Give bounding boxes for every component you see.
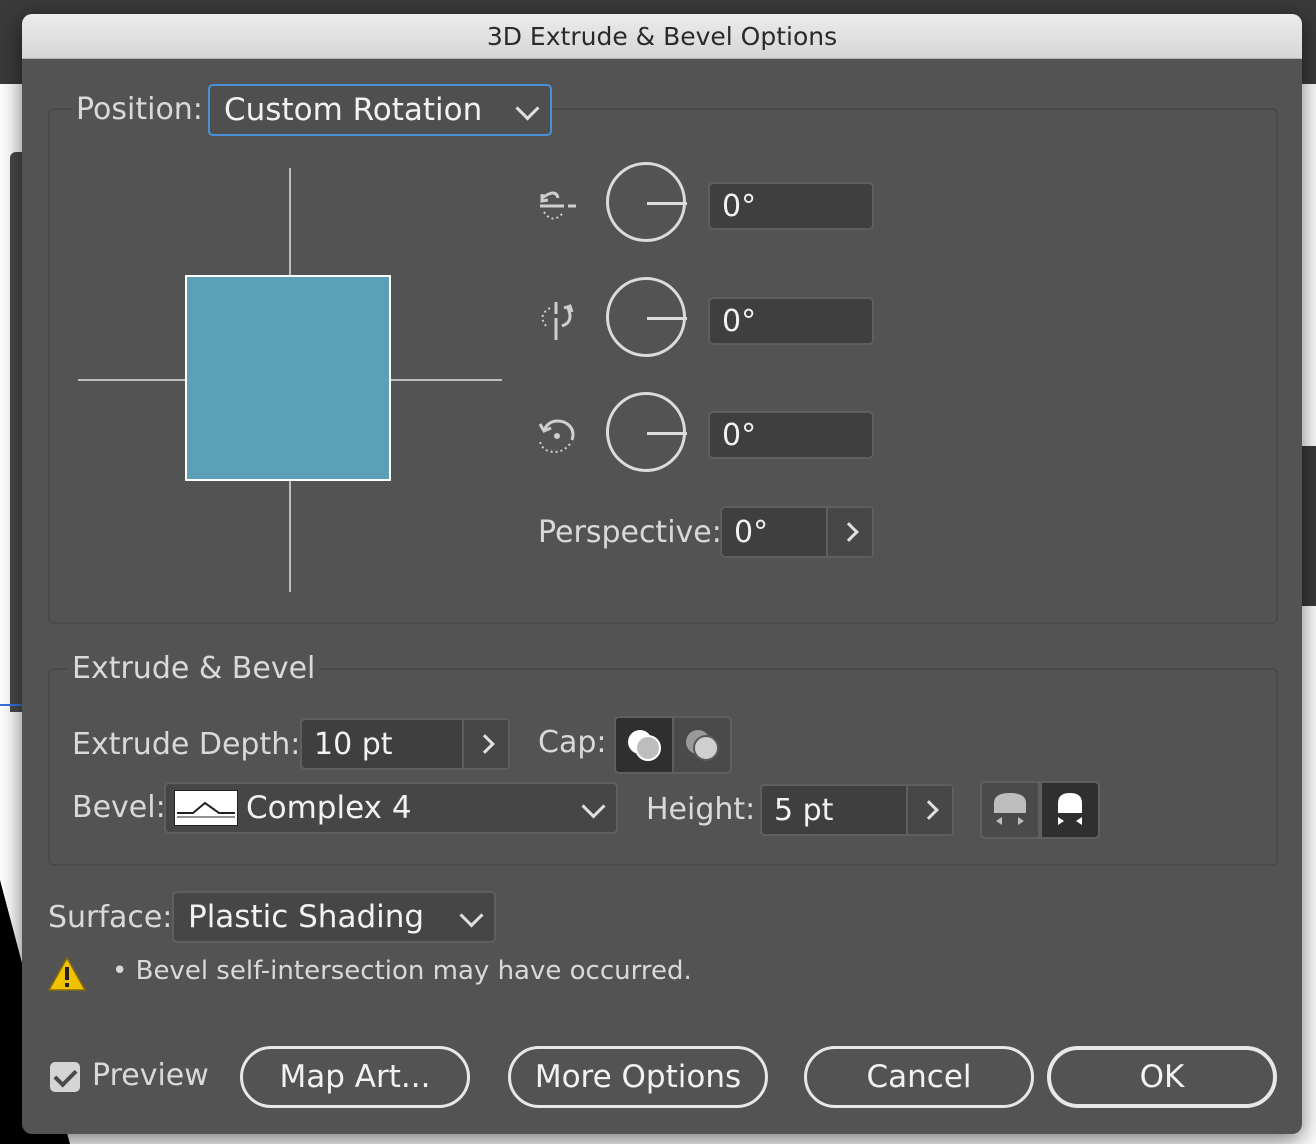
bevel-label: Bevel: bbox=[72, 790, 166, 825]
extrude-depth-field[interactable]: 10 pt bbox=[300, 718, 510, 770]
y-rotation-value: 0° bbox=[722, 303, 757, 339]
z-rotation-value: 0° bbox=[722, 417, 757, 453]
x-rotation-field[interactable]: 0° bbox=[708, 182, 874, 230]
chevron-down-icon bbox=[581, 794, 606, 819]
warning-icon bbox=[47, 956, 87, 991]
extrude-bevel-section-label: Extrude & Bevel bbox=[68, 651, 320, 686]
rotate-y-axis-icon bbox=[541, 302, 574, 340]
ok-button[interactable]: OK bbox=[1047, 1046, 1277, 1108]
perspective-value: 0° bbox=[734, 514, 769, 550]
bevel-extent-in-icon bbox=[1058, 793, 1082, 825]
dialog-title: 3D Extrude & Bevel Options bbox=[486, 21, 838, 51]
surface-dropdown[interactable]: Plastic Shading bbox=[172, 891, 496, 943]
y-rotation-dial[interactable] bbox=[606, 277, 687, 357]
perspective-stepper[interactable] bbox=[826, 508, 872, 556]
map-art-button-label: Map Art... bbox=[279, 1059, 431, 1095]
bevel-dropdown-value: Complex 4 bbox=[246, 790, 412, 826]
x-rotation-value: 0° bbox=[722, 188, 757, 224]
extrude-depth-stepper[interactable] bbox=[462, 720, 508, 768]
surface-dropdown-value: Plastic Shading bbox=[188, 899, 425, 935]
x-rotation-dial[interactable] bbox=[606, 162, 687, 242]
cap-off-icon bbox=[686, 730, 719, 761]
preview-checkbox[interactable] bbox=[50, 1062, 80, 1092]
bevel-profile-icon bbox=[174, 790, 238, 826]
bevel-height-stepper[interactable] bbox=[906, 786, 952, 834]
cancel-button-label: Cancel bbox=[866, 1059, 972, 1095]
bevel-extent-out-button[interactable] bbox=[980, 781, 1040, 839]
preview-label[interactable]: Preview bbox=[92, 1058, 209, 1093]
perspective-label: Perspective: bbox=[538, 515, 722, 550]
bevel-dropdown[interactable]: Complex 4 bbox=[164, 782, 618, 834]
more-options-button[interactable]: More Options bbox=[508, 1046, 768, 1108]
bevel-extent-out-icon bbox=[994, 793, 1026, 825]
extrude-depth-label: Extrude Depth: bbox=[72, 727, 301, 762]
y-rotation-field[interactable]: 0° bbox=[708, 297, 874, 345]
cap-on-button[interactable] bbox=[614, 716, 674, 774]
bevel-height-value: 5 pt bbox=[774, 792, 834, 828]
cap-label: Cap: bbox=[538, 725, 607, 760]
more-options-button-label: More Options bbox=[534, 1059, 742, 1095]
warning-message: • Bevel self-intersection may have occur… bbox=[112, 956, 692, 986]
rotate-z-axis-icon bbox=[538, 419, 575, 453]
surface-label: Surface: bbox=[48, 900, 173, 935]
dial-hand bbox=[647, 432, 687, 435]
chevron-down-icon bbox=[459, 903, 484, 928]
rotation-preview-graphic bbox=[78, 168, 502, 592]
height-label: Height: bbox=[646, 792, 756, 827]
cap-off-button[interactable] bbox=[672, 716, 732, 774]
z-rotation-field[interactable]: 0° bbox=[708, 411, 874, 459]
ok-button-label: OK bbox=[1139, 1059, 1185, 1095]
dial-hand bbox=[647, 202, 687, 205]
cancel-button[interactable]: Cancel bbox=[804, 1046, 1034, 1108]
dial-hand bbox=[647, 317, 687, 320]
rotation-preview[interactable] bbox=[78, 168, 502, 592]
map-art-button[interactable]: Map Art... bbox=[240, 1046, 470, 1108]
extrude-bevel-dialog: 3D Extrude & Bevel Options Position: Cus… bbox=[22, 14, 1302, 1134]
chevron-down-icon bbox=[515, 96, 540, 121]
background-guide bbox=[0, 704, 22, 706]
bevel-extent-in-button[interactable] bbox=[1040, 781, 1100, 839]
position-dropdown[interactable]: Custom Rotation bbox=[208, 84, 552, 136]
perspective-field[interactable]: 0° bbox=[720, 506, 874, 558]
z-rotation-dial[interactable] bbox=[606, 392, 687, 472]
extrude-depth-value: 10 pt bbox=[314, 726, 393, 762]
dialog-titlebar[interactable]: 3D Extrude & Bevel Options bbox=[22, 14, 1302, 59]
bevel-height-field[interactable]: 5 pt bbox=[760, 784, 954, 836]
position-dropdown-value: Custom Rotation bbox=[224, 92, 483, 128]
position-label: Position: bbox=[72, 92, 207, 127]
cap-on-icon bbox=[628, 730, 661, 761]
rotate-x-axis-icon bbox=[540, 191, 576, 220]
